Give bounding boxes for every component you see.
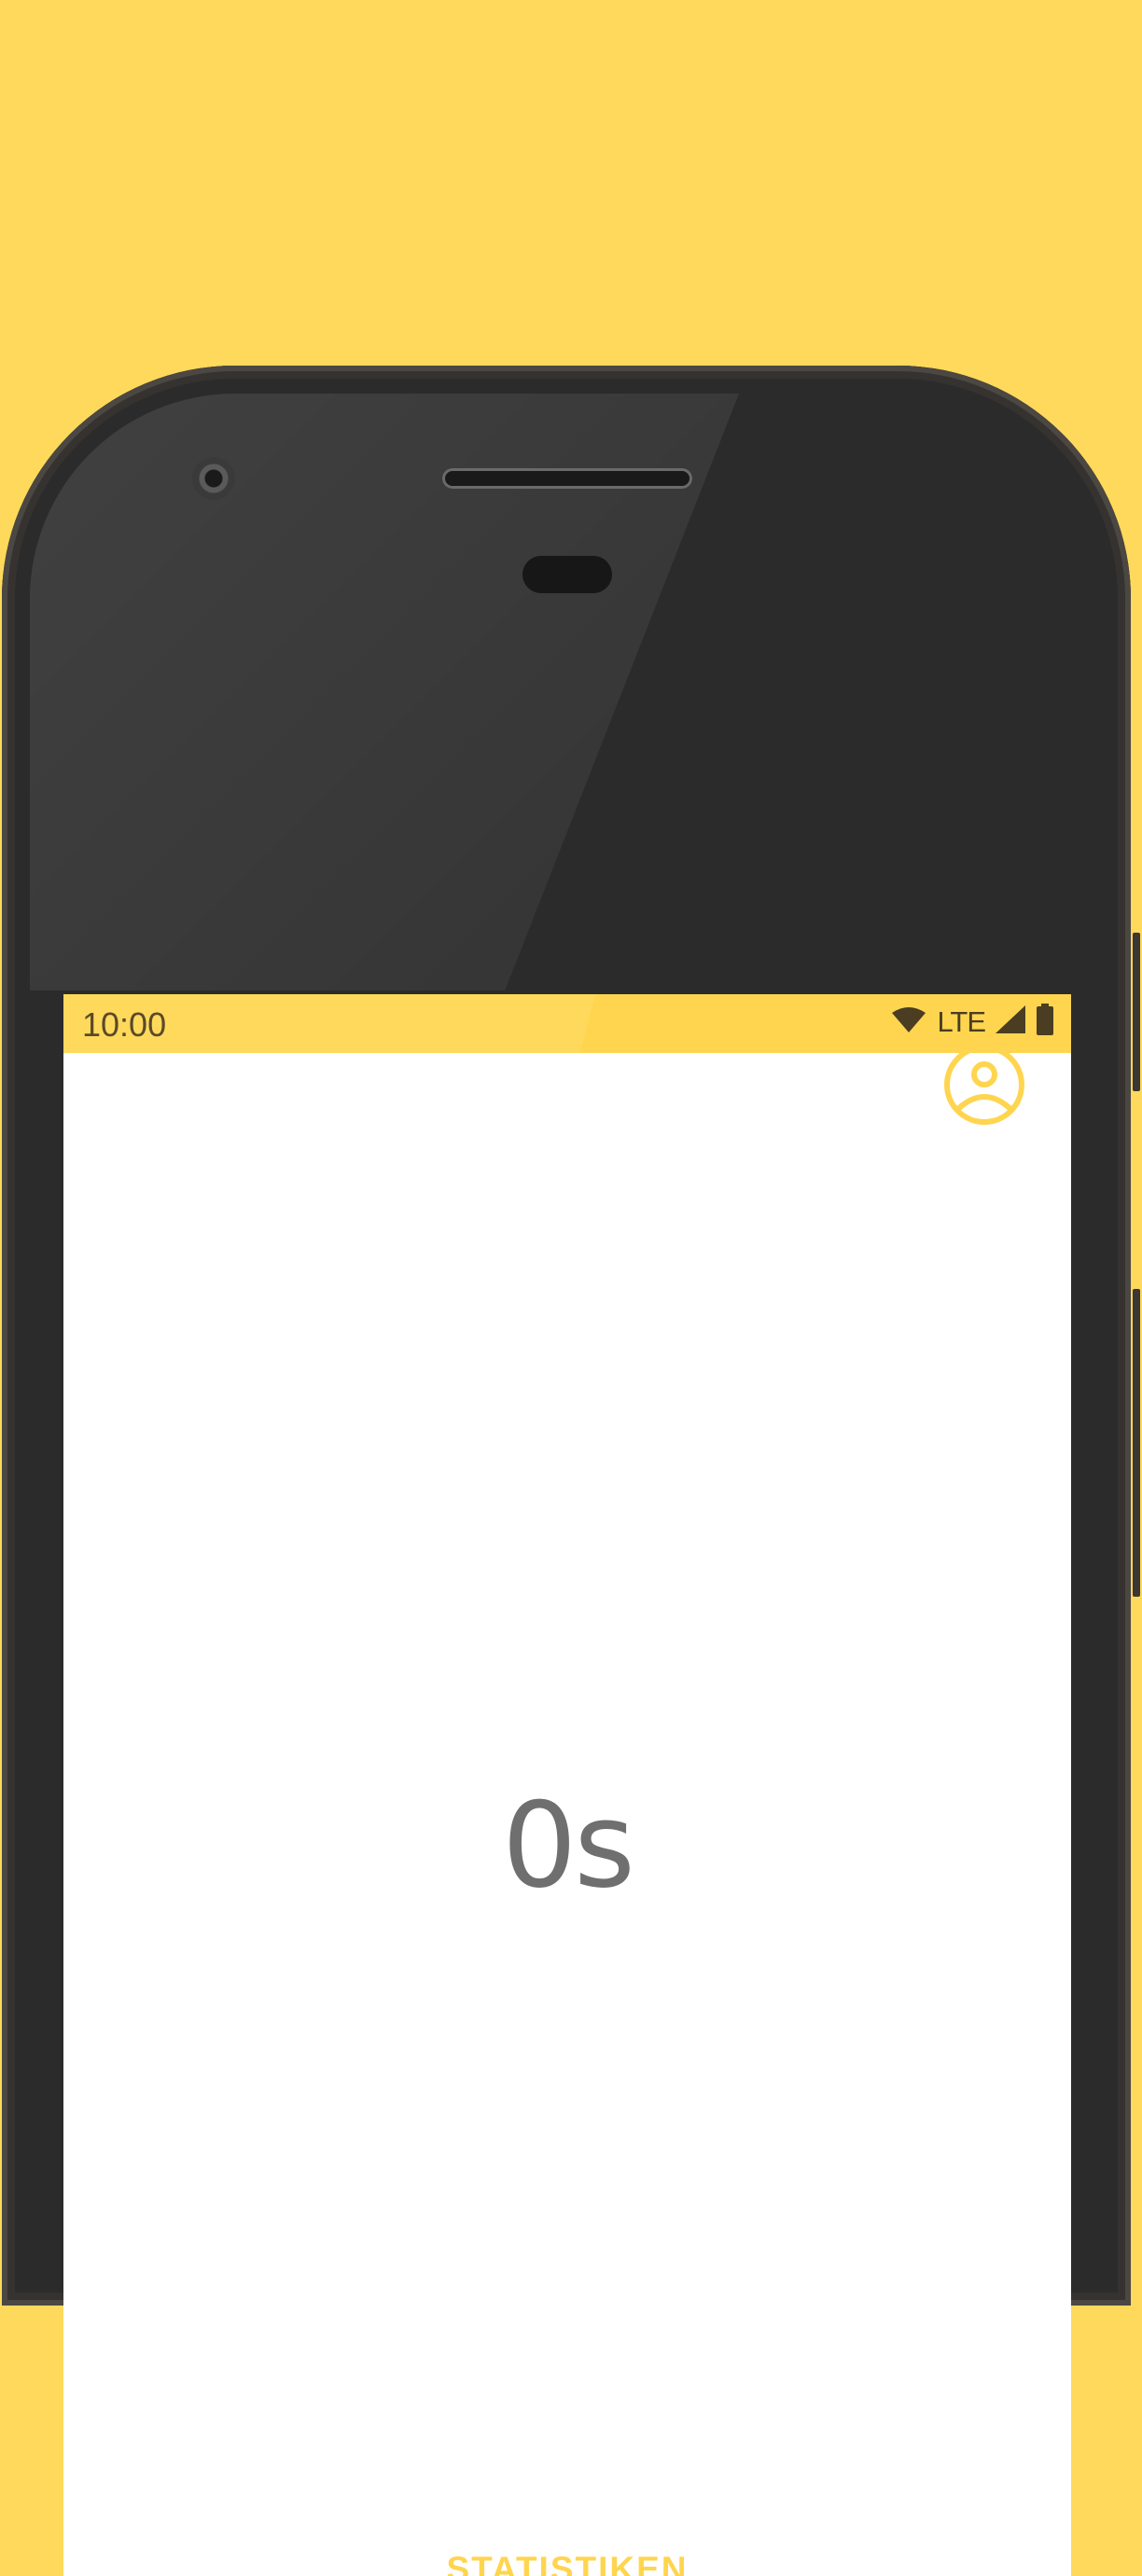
status-icons: LTE — [890, 1004, 1054, 1040]
timer-display: 0s — [502, 1777, 635, 1914]
status-bar: 10:00 LTE — [63, 994, 1071, 1053]
wifi-icon — [890, 1005, 927, 1038]
status-time: 10:00 — [82, 1005, 167, 1044]
network-type: LTE — [937, 1005, 986, 1038]
phone-frame: 10:00 LTE 0s STATISTIKEN — [2, 366, 1140, 2576]
statistics-button[interactable]: STATISTIKEN — [63, 2552, 1071, 2576]
power-button — [1133, 933, 1140, 1091]
front-camera — [192, 457, 235, 500]
battery-icon — [1036, 1004, 1054, 1040]
volume-button — [1133, 1289, 1140, 1597]
earpiece-speaker — [442, 468, 692, 489]
account-icon[interactable] — [942, 1043, 1026, 1127]
app-screen: 10:00 LTE 0s STATISTIKEN — [63, 994, 1071, 2576]
signal-icon — [995, 1004, 1026, 1039]
proximity-sensor — [522, 556, 612, 593]
